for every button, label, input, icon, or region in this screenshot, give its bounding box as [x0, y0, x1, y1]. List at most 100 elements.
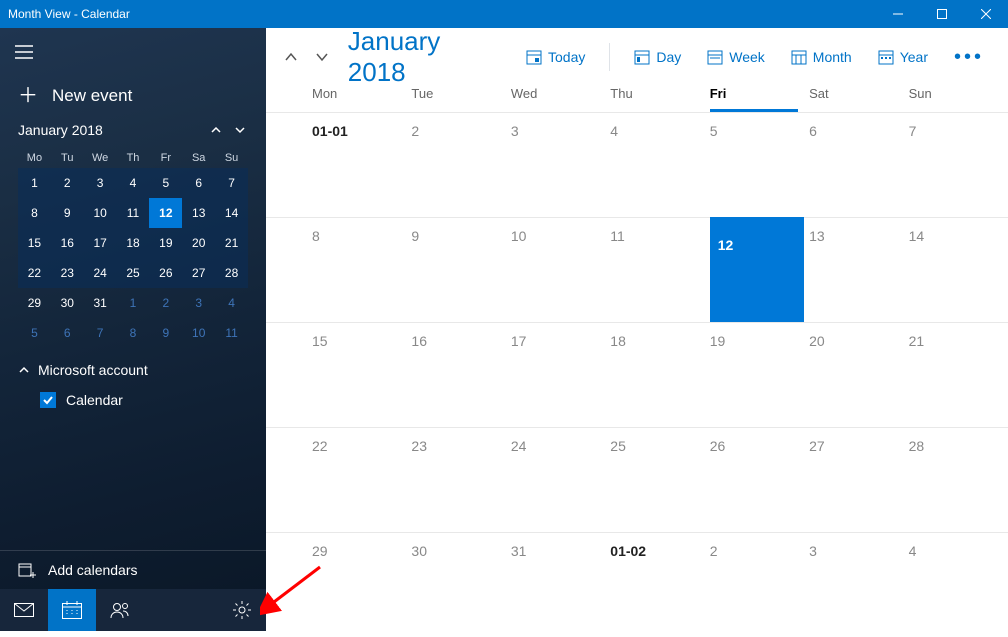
day-cell[interactable]: 24 — [511, 428, 610, 532]
day-cell[interactable]: 16 — [411, 323, 510, 427]
mini-day[interactable]: 2 — [149, 288, 182, 318]
day-cell[interactable]: 30 — [411, 533, 510, 637]
mini-day[interactable]: 17 — [84, 228, 117, 258]
mini-day[interactable]: 7 — [215, 168, 248, 198]
maximize-button[interactable] — [920, 0, 964, 28]
add-calendars-button[interactable]: Add calendars — [0, 550, 266, 589]
mini-day[interactable]: 20 — [182, 228, 215, 258]
day-cell[interactable]: 18 — [610, 323, 709, 427]
mini-day[interactable]: 10 — [84, 198, 117, 228]
mini-day[interactable]: 1 — [117, 288, 150, 318]
mini-day[interactable]: 9 — [149, 318, 182, 348]
month-view-button[interactable]: Month — [781, 43, 862, 71]
day-cell[interactable]: 4 — [610, 113, 709, 217]
day-cell[interactable]: 20 — [809, 323, 908, 427]
mini-day[interactable]: 26 — [149, 258, 182, 288]
day-cell[interactable]: 3 — [809, 533, 908, 637]
prev-month-button[interactable] — [280, 45, 303, 69]
mini-day[interactable]: 23 — [51, 258, 84, 288]
day-cell[interactable]: 21 — [909, 323, 1008, 427]
day-cell[interactable]: 26 — [710, 428, 809, 532]
mini-day[interactable]: 22 — [18, 258, 51, 288]
mini-day[interactable]: 16 — [51, 228, 84, 258]
day-cell[interactable]: 8 — [312, 218, 411, 322]
people-nav-button[interactable] — [96, 589, 144, 631]
mini-day[interactable]: 10 — [182, 318, 215, 348]
mini-day[interactable]: 13 — [182, 198, 215, 228]
hamburger-button[interactable] — [0, 28, 48, 76]
mini-next-button[interactable] — [234, 123, 248, 137]
mail-nav-button[interactable] — [0, 589, 48, 631]
day-cell[interactable]: 9 — [411, 218, 510, 322]
mini-day[interactable]: 15 — [18, 228, 51, 258]
mini-day[interactable]: 1 — [18, 168, 51, 198]
mini-day[interactable]: 30 — [51, 288, 84, 318]
day-cell[interactable]: 7 — [909, 113, 1008, 217]
mini-day[interactable]: 8 — [18, 198, 51, 228]
day-cell[interactable]: 11 — [610, 218, 709, 322]
mini-day[interactable]: 25 — [117, 258, 150, 288]
minimize-button[interactable] — [876, 0, 920, 28]
mini-day[interactable]: 6 — [51, 318, 84, 348]
mini-day[interactable]: 7 — [84, 318, 117, 348]
mini-prev-button[interactable] — [210, 123, 224, 137]
account-toggle[interactable]: Microsoft account — [18, 362, 248, 378]
close-button[interactable] — [964, 0, 1008, 28]
calendar-checkbox-row[interactable]: Calendar — [18, 392, 248, 408]
year-view-button[interactable]: Year — [868, 43, 938, 71]
day-view-button[interactable]: Day — [624, 43, 691, 71]
day-cell[interactable]: 15 — [312, 323, 411, 427]
settings-nav-button[interactable] — [218, 589, 266, 631]
day-cell[interactable]: 01-02 — [610, 533, 709, 637]
mini-day[interactable]: 18 — [117, 228, 150, 258]
day-cell[interactable]: 22 — [312, 428, 411, 532]
mini-day[interactable]: 3 — [182, 288, 215, 318]
day-cell[interactable]: 6 — [809, 113, 908, 217]
mini-day[interactable]: 12 — [149, 198, 182, 228]
mini-day[interactable]: 28 — [215, 258, 248, 288]
mini-day[interactable]: 11 — [215, 318, 248, 348]
mini-day[interactable]: 29 — [18, 288, 51, 318]
mini-day[interactable]: 5 — [18, 318, 51, 348]
more-button[interactable]: ••• — [944, 46, 994, 69]
calendar-nav-button[interactable] — [48, 589, 96, 631]
mini-day[interactable]: 9 — [51, 198, 84, 228]
mini-day[interactable]: 6 — [182, 168, 215, 198]
mini-day[interactable]: 2 — [51, 168, 84, 198]
mini-day[interactable]: 8 — [117, 318, 150, 348]
mini-day[interactable]: 3 — [84, 168, 117, 198]
day-cell[interactable]: 25 — [610, 428, 709, 532]
week-view-button[interactable]: Week — [697, 43, 775, 71]
day-cell[interactable]: 27 — [809, 428, 908, 532]
day-cell[interactable]: 23 — [411, 428, 510, 532]
day-cell[interactable]: 4 — [909, 533, 1008, 637]
day-cell[interactable]: 17 — [511, 323, 610, 427]
mini-day[interactable]: 14 — [215, 198, 248, 228]
day-cell[interactable]: 19 — [710, 323, 809, 427]
day-cell[interactable]: 2 — [411, 113, 510, 217]
mini-day[interactable]: 4 — [215, 288, 248, 318]
day-cell[interactable]: 3 — [511, 113, 610, 217]
day-cell[interactable]: 31 — [511, 533, 610, 637]
day-cell[interactable]: 14 — [909, 218, 1008, 322]
day-cell[interactable]: 12 — [710, 217, 804, 322]
bottom-nav — [0, 589, 266, 631]
day-cell[interactable]: 28 — [909, 428, 1008, 532]
mini-day[interactable]: 27 — [182, 258, 215, 288]
day-cell[interactable]: 01-01 — [312, 113, 411, 217]
next-month-button[interactable] — [311, 45, 334, 69]
new-event-button[interactable]: ＋ New event — [0, 76, 266, 116]
mini-day[interactable]: 11 — [117, 198, 150, 228]
day-cell[interactable]: 10 — [511, 218, 610, 322]
mini-day[interactable]: 21 — [215, 228, 248, 258]
today-button[interactable]: Today — [516, 43, 595, 71]
day-cell[interactable]: 29 — [312, 533, 411, 637]
mini-day[interactable]: 4 — [117, 168, 150, 198]
mini-day[interactable]: 31 — [84, 288, 117, 318]
day-cell[interactable]: 5 — [710, 113, 809, 217]
day-cell[interactable]: 13 — [809, 218, 908, 322]
day-cell[interactable]: 2 — [710, 533, 809, 637]
mini-day[interactable]: 24 — [84, 258, 117, 288]
mini-day[interactable]: 5 — [149, 168, 182, 198]
mini-day[interactable]: 19 — [149, 228, 182, 258]
